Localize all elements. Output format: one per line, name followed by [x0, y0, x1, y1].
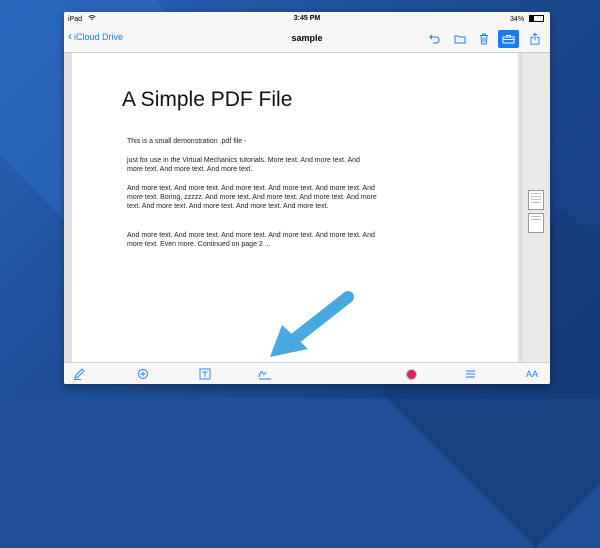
pen-icon[interactable] [72, 367, 86, 381]
annotation-toolbar: AA [64, 362, 550, 384]
page-thumbnail-strip [521, 53, 550, 362]
share-icon[interactable] [526, 30, 544, 48]
pdf-paragraph: And more text. And more text. And more t… [127, 232, 375, 248]
color-picker[interactable] [406, 369, 417, 380]
menu-icon[interactable] [463, 367, 477, 381]
pointer-arrow [270, 291, 354, 357]
pdf-paragraph: This is a small demonstration .pdf file … [127, 138, 247, 145]
folder-icon[interactable] [451, 30, 469, 48]
page-thumbnail-1[interactable] [528, 190, 544, 210]
battery-percent: 34% [510, 16, 525, 23]
pdf-heading: A Simple PDF File [122, 88, 293, 111]
stamp-icon[interactable] [136, 367, 150, 381]
navigation-bar: ‹ iCloud Drive sample [64, 26, 550, 53]
toolbox-icon[interactable] [498, 30, 519, 48]
font-size-icon[interactable]: AA [524, 367, 540, 381]
status-bar: iPad 3:45 PM 34% [64, 12, 550, 26]
clock: 3:45 PM [293, 15, 321, 22]
battery-icon [529, 15, 544, 22]
trash-icon[interactable] [475, 30, 493, 48]
status-right: 34% [510, 15, 544, 23]
page-thumbnail-2[interactable] [528, 213, 544, 233]
pdf-paragraph: And more text. And more text. And more t… [127, 185, 377, 210]
pdf-paragraph: just for use in the Virtual Mechanics tu… [127, 157, 360, 173]
text-box-icon[interactable] [198, 367, 212, 381]
signature-icon[interactable] [258, 367, 272, 381]
undo-icon[interactable] [425, 30, 443, 48]
